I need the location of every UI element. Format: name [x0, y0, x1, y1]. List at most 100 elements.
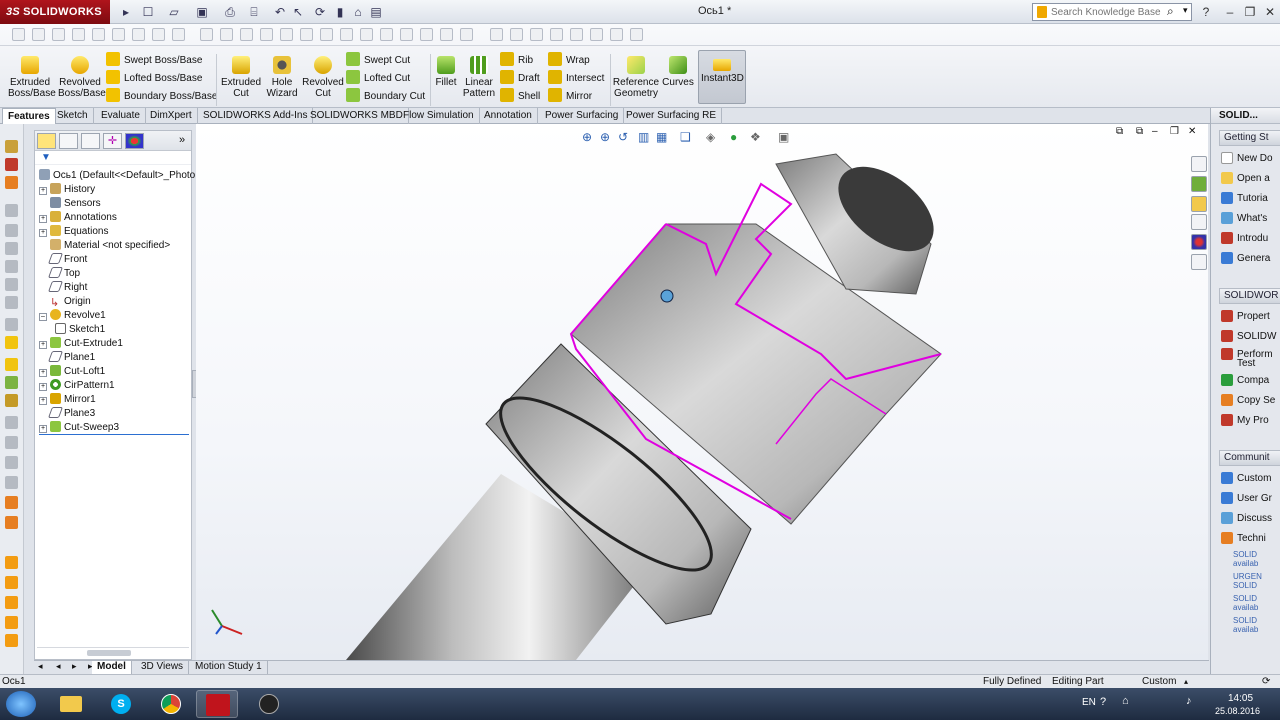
boundary-cut-button[interactable]: Boundary Cut	[346, 88, 425, 104]
toolbar-icon[interactable]	[420, 28, 433, 41]
tool-icon[interactable]	[5, 242, 18, 255]
boundary-boss-base-button[interactable]: Boundary Boss/Base	[106, 88, 217, 104]
file-explorer-taskbar[interactable]	[50, 690, 92, 718]
tree-item-front[interactable]: Front	[39, 253, 87, 267]
appearance-icon[interactable]: ●	[730, 130, 737, 144]
shell-button[interactable]: Shell	[500, 88, 540, 104]
news-item[interactable]: SOLID	[1233, 594, 1257, 603]
tree-item-material[interactable]: Material <not specified>	[39, 239, 170, 253]
news-item[interactable]: SOLID	[1233, 550, 1257, 559]
tree-item-plane3[interactable]: Plane3	[39, 407, 95, 421]
toolbar-icon[interactable]	[590, 28, 603, 41]
move-manipulator-icon[interactable]	[660, 289, 674, 303]
toolbar-icon[interactable]	[12, 28, 25, 41]
solidworks-section[interactable]: SOLIDWOR	[1219, 288, 1280, 304]
toolbar-icon[interactable]	[380, 28, 393, 41]
tree-item-cirpattern1[interactable]: + CirPattern1	[39, 379, 115, 393]
tp-properties[interactable]: Propert	[1221, 310, 1270, 326]
tp-solidworks[interactable]: SOLIDW	[1221, 330, 1276, 346]
toolbar-icon[interactable]	[240, 28, 253, 41]
feature-tree-tab-icon[interactable]	[37, 133, 56, 149]
collapse-icon[interactable]: –	[39, 313, 47, 321]
configuration-tab-icon[interactable]	[81, 133, 100, 149]
tp-introducing[interactable]: Introdu	[1221, 232, 1268, 248]
tab-annotation[interactable]: Annotation	[479, 108, 538, 124]
view-settings-icon[interactable]: ▣	[778, 130, 789, 144]
tp-copy-settings[interactable]: Copy Se	[1221, 394, 1275, 410]
reference-geometry-button[interactable]: Reference Geometry	[612, 56, 660, 99]
mirror-button[interactable]: Mirror	[548, 88, 592, 104]
close-icon[interactable]: ✕	[1188, 126, 1196, 137]
toolbar-icon[interactable]	[52, 28, 65, 41]
news-item[interactable]: SOLID	[1233, 581, 1257, 590]
tool-icon[interactable]	[5, 376, 18, 389]
chevron-down-icon[interactable]: ▾	[1183, 5, 1188, 16]
print-preview-icon[interactable]: ⌸	[246, 4, 262, 20]
tab-flow-simulation[interactable]: Flow Simulation	[398, 108, 480, 124]
undo-icon[interactable]: ↶	[272, 4, 288, 20]
news-item[interactable]: SOLID	[1233, 616, 1257, 625]
tool-icon[interactable]	[5, 456, 18, 469]
tab-dimxpert[interactable]: DimXpert	[145, 108, 198, 124]
tp-discussion-forum[interactable]: Discuss	[1221, 512, 1272, 528]
toolbar-icon[interactable]	[92, 28, 105, 41]
traffic-light-icon[interactable]: ▮	[332, 4, 348, 20]
revolved-cut-button[interactable]: Revolved Cut	[302, 56, 344, 99]
tool-icon[interactable]	[5, 318, 18, 331]
toolbar-icon[interactable]	[200, 28, 213, 41]
tree-item-history[interactable]: + History	[39, 183, 95, 197]
clock-time[interactable]: 14:05	[1228, 693, 1253, 704]
previous-view-icon[interactable]: ↺	[618, 130, 628, 144]
search-input[interactable]	[1051, 4, 1179, 20]
tool-icon[interactable]	[5, 278, 18, 291]
curves-button[interactable]: Curves	[662, 56, 694, 88]
filter-icon[interactable]: ▼	[41, 152, 51, 163]
instant3d-button[interactable]: Instant3D	[698, 50, 746, 104]
tp-user-groups[interactable]: User Gr	[1221, 492, 1272, 508]
zoom-to-fit-icon[interactable]: ⊕	[582, 130, 592, 144]
close-icon[interactable]: ✕	[1262, 4, 1278, 20]
file-properties-icon[interactable]: ⌂	[350, 4, 366, 20]
tool-icon[interactable]	[5, 260, 18, 273]
display-manager-tab-icon[interactable]	[125, 133, 144, 149]
swept-cut-button[interactable]: Swept Cut	[346, 52, 410, 68]
toolbar-icon[interactable]	[530, 28, 543, 41]
tree-item-revolve1[interactable]: – Revolve1	[39, 309, 106, 323]
tool-icon[interactable]	[5, 358, 18, 371]
chevron-up-icon[interactable]: ▴	[1184, 675, 1188, 688]
restore-icon[interactable]: ❐	[1170, 126, 1179, 137]
tree-item-annotations[interactable]: + Annotations	[39, 211, 117, 225]
tool-icon[interactable]	[5, 176, 18, 189]
graphics-area[interactable]: ⊕ ⊕ ↺ ▥ ▦ ❑ ◈ ● ❖ ▣ ⧉ ⧉ – ❐ ✕	[196, 124, 1208, 660]
search-knowledge-base[interactable]: ⌕ ▾	[1032, 3, 1192, 21]
help-icon[interactable]: ?	[1198, 4, 1214, 20]
file-explorer-icon[interactable]	[1191, 196, 1207, 212]
tile-icon[interactable]: ⧉	[1116, 126, 1123, 137]
design-library-icon[interactable]	[1191, 176, 1207, 192]
toolbar-icon[interactable]	[280, 28, 293, 41]
tp-whats-new[interactable]: What's	[1221, 212, 1267, 228]
toolbar-icon[interactable]	[132, 28, 145, 41]
tool-icon[interactable]	[5, 556, 18, 569]
tool-icon[interactable]	[5, 296, 18, 309]
tp-compare[interactable]: Compa	[1221, 374, 1269, 390]
tree-filter[interactable]: ▼	[35, 151, 191, 165]
tool-icon[interactable]	[5, 634, 18, 647]
news-item[interactable]: availab	[1233, 603, 1258, 612]
section-view-icon[interactable]: ▥	[638, 130, 649, 144]
skype-taskbar[interactable]: S	[100, 690, 142, 718]
clock-date[interactable]: 25.08.2016	[1215, 706, 1260, 716]
swept-boss-base-button[interactable]: Swept Boss/Base	[106, 52, 202, 68]
restore-icon[interactable]: ❐	[1242, 4, 1258, 20]
tp-open-document[interactable]: Open a	[1221, 172, 1270, 188]
toolbar-icon[interactable]	[550, 28, 563, 41]
scroll-right-icon[interactable]: ▸	[72, 661, 77, 672]
toolbar-icon[interactable]	[400, 28, 413, 41]
minimize-icon[interactable]: –	[1152, 126, 1158, 137]
tool-icon[interactable]	[5, 476, 18, 489]
status-units[interactable]: Custom	[1142, 675, 1176, 688]
tree-item-mirror1[interactable]: + Mirror1	[39, 393, 96, 407]
zoom-area-icon[interactable]: ⊕	[600, 130, 610, 144]
toolbar-icon[interactable]	[172, 28, 185, 41]
news-item[interactable]: availab	[1233, 559, 1258, 568]
